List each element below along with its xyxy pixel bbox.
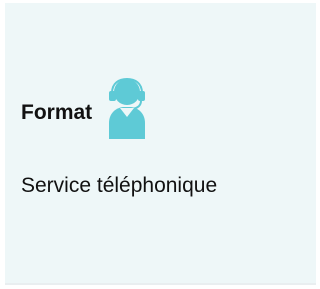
- card-bottom-rule: [5, 283, 316, 285]
- format-value: Service téléphonique: [21, 174, 218, 197]
- headset-support-icon: [109, 77, 146, 139]
- format-card: Format Service téléphonique: [5, 3, 316, 283]
- format-heading: Format: [21, 101, 93, 124]
- format-header: Format: [21, 77, 152, 139]
